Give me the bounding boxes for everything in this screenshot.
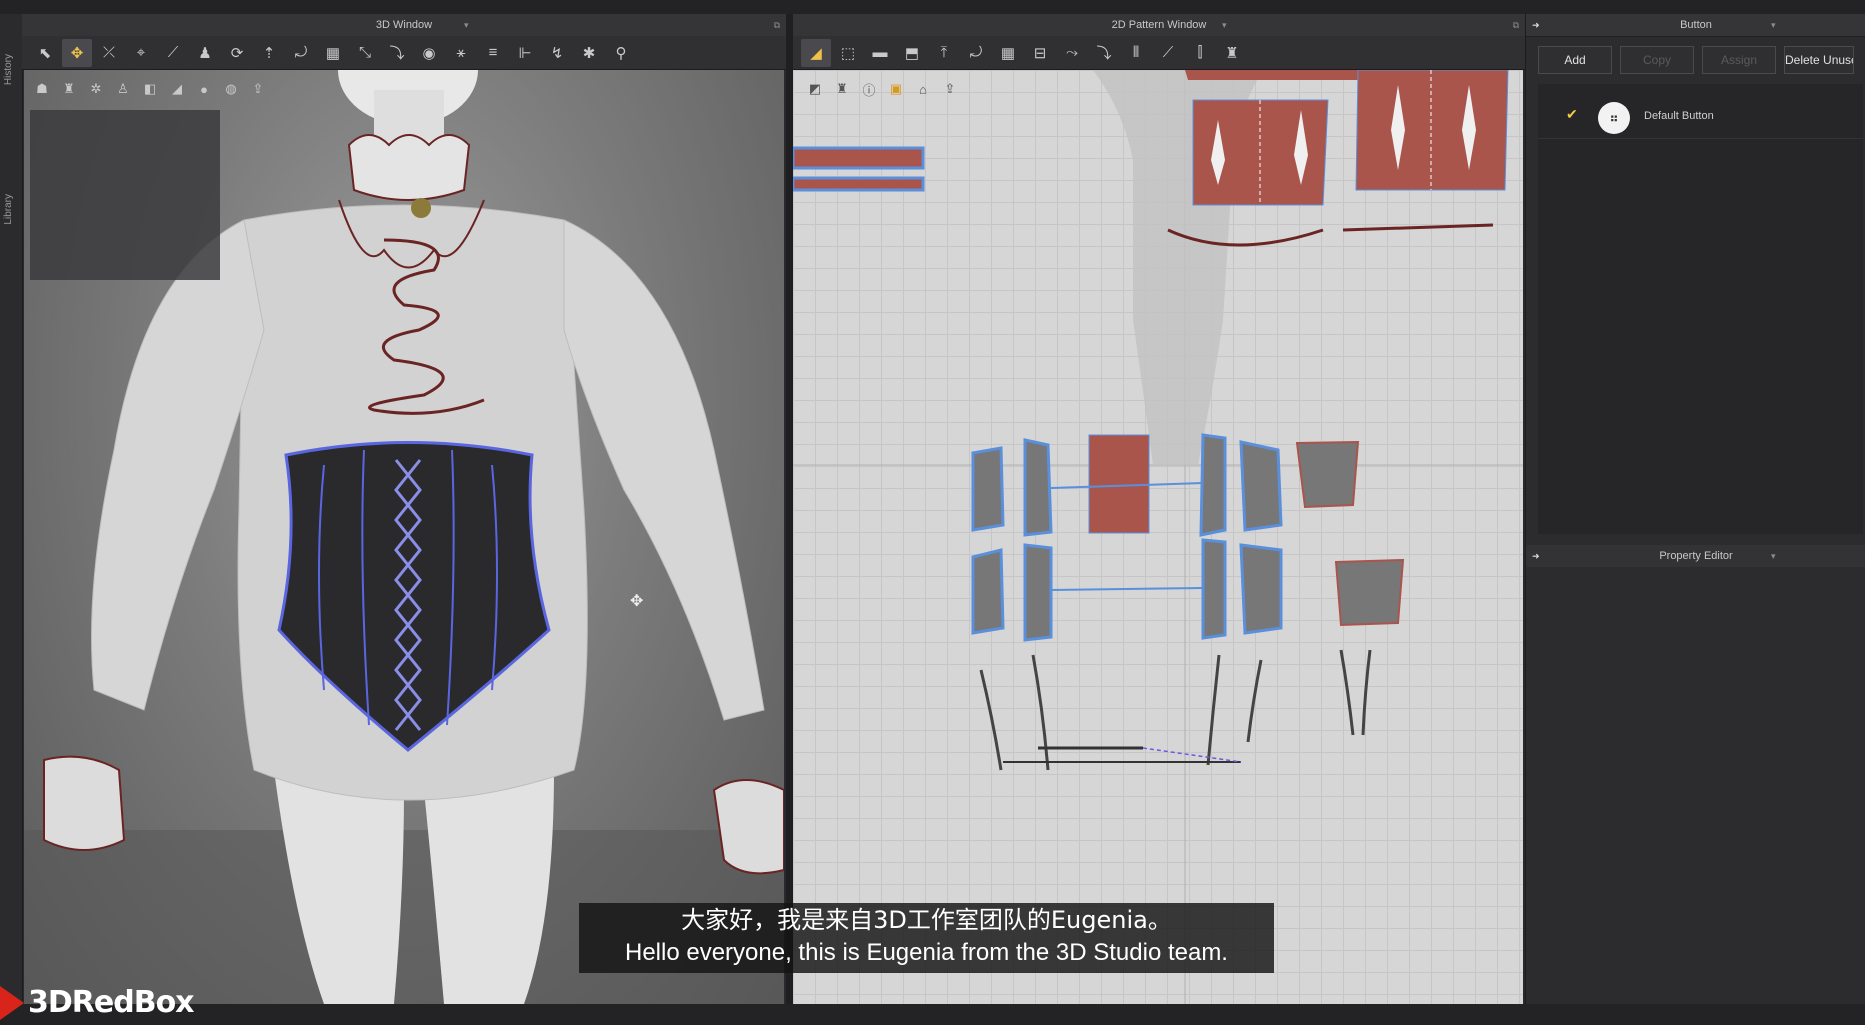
light-icon[interactable]: ◧ — [138, 78, 162, 100]
window3d-subtoolbar: ☗ ♜ ✲ ♙ ◧ ◢ ● ◍ ⇪ — [30, 78, 270, 100]
window2d-header: 2D Pattern Window ▾ ⧉ — [793, 14, 1525, 37]
property-editor-dropdown-icon[interactable]: ▾ — [1771, 545, 1776, 567]
rectangle-tool-icon[interactable]: ▬ — [865, 39, 895, 67]
trace-tool-icon[interactable]: ⤒ — [929, 39, 959, 67]
avatar-show-icon[interactable]: ☗ — [30, 78, 54, 100]
button-swatch-icon: ⠶ — [1598, 102, 1630, 134]
select-tool-icon[interactable]: ⬉ — [30, 39, 60, 67]
edit-pattern-tool-icon[interactable]: ⬚ — [833, 39, 863, 67]
measure-tool-icon-2d[interactable]: ⟋ — [1153, 39, 1183, 67]
pose-tool-icon[interactable]: ↯ — [542, 39, 572, 67]
library-tab[interactable]: Library — [3, 194, 14, 225]
tack-tool-icon[interactable]: ⤡ — [350, 39, 380, 67]
logo-play-icon — [0, 985, 24, 1020]
texture-icon[interactable]: ✲ — [84, 78, 108, 100]
seam-tool-icon[interactable]: ≡ — [478, 39, 508, 67]
window3d-dropdown-icon[interactable]: ▾ — [464, 14, 469, 36]
export-icon-2d[interactable]: ⇪ — [938, 78, 962, 100]
left-side-rail: History Library — [0, 14, 23, 1004]
button-list: ✔ ⠶ Default Button — [1538, 84, 1863, 534]
avatar-tool-icon[interactable]: ♟ — [190, 39, 220, 67]
export-icon[interactable]: ⇪ — [246, 78, 270, 100]
logo-text: 3DRedBox — [28, 985, 195, 1020]
move-tool-icon[interactable]: ✥ — [62, 38, 92, 67]
window3d-title: 3D Window — [375, 19, 433, 31]
subtitle-zh: 大家好，我是来自3D工作室团队的Eugenia。 — [681, 906, 1172, 934]
viewport-overlay-panel — [30, 110, 220, 280]
window3d-popout-icon[interactable]: ⧉ — [774, 14, 780, 36]
fold-tool-icon[interactable]: ⤾ — [286, 39, 316, 67]
sewing-tool-icon[interactable]: ⤵ — [382, 39, 412, 67]
move-cursor-icon: ✥ — [630, 593, 644, 610]
segment-sew-tool-icon[interactable]: ⤵ — [1089, 39, 1119, 67]
sew-tool-icon[interactable]: ⤳ — [1057, 39, 1087, 67]
arrange-tool-icon[interactable]: ⇡ — [254, 39, 284, 67]
delete-unused-button[interactable]: Delete Unuse — [1784, 46, 1854, 74]
window2d-popout-icon[interactable]: ⧉ — [1513, 14, 1519, 36]
check-icon: ✔ — [1566, 106, 1578, 122]
shadow-icon[interactable]: ◢ — [165, 78, 189, 100]
lock-icon[interactable]: ⌂ — [911, 78, 935, 100]
edit-point-tool-icon[interactable]: ⤫ — [94, 39, 124, 67]
status-bar — [0, 1004, 1865, 1025]
property-editor-title: Property Editor — [1659, 550, 1733, 562]
list-item-label: Default Button — [1644, 110, 1714, 122]
button-panel-header: ➜ Button ▾ — [1526, 14, 1865, 37]
avatar-show-icon-2d[interactable]: ♜ — [830, 78, 854, 100]
window3d-header: 3D Window ▾ ⧉ — [22, 14, 786, 37]
window-divider[interactable] — [786, 14, 793, 1004]
viewport-2d[interactable]: ◩ ♜ ⓘ ▣ ⌂ ⇪ — [793, 70, 1523, 1004]
video-subtitle: 大家好，我是来自3D工作室团队的Eugenia。 Hello everyone,… — [579, 903, 1274, 973]
window2d-title: 2D Pattern Window — [1111, 19, 1207, 31]
pin-tool-icon[interactable]: ⌖ — [126, 39, 156, 67]
button-panel-actions: Add Copy Assign Delete Unuse — [1538, 46, 1854, 74]
top-strip — [0, 0, 1865, 14]
polygon-tool-icon[interactable]: ⬒ — [897, 39, 927, 67]
measure-tool-icon[interactable]: ⟋ — [158, 39, 188, 67]
garment-show-icon[interactable]: ♜ — [57, 78, 81, 100]
button-panel: ➜ Button ▾ Add Copy Assign Delete Unuse … — [1525, 14, 1865, 1004]
list-item[interactable]: ✔ ⠶ Default Button — [1538, 98, 1863, 139]
pattern-2d-layout — [793, 70, 1523, 1004]
window2d-toolbar: ◢ ⬚ ▬ ⬒ ⤒ ⤾ ▦ ⊟ ⤳ ⤵ ⦀ ⟋ ⫿ ♜ — [793, 36, 1525, 70]
skin-icon[interactable]: ♙ — [111, 78, 135, 100]
button-panel-title: Button — [1680, 19, 1712, 31]
subtitle-en: Hello everyone, this is Eugenia from the… — [625, 939, 1228, 966]
add-button[interactable]: Add — [1538, 46, 1612, 74]
fold-tool-icon-2d[interactable]: ⊟ — [1025, 39, 1055, 67]
viewport-3d[interactable]: ☗ ♜ ✲ ♙ ◧ ◢ ● ◍ ⇪ ✥ — [24, 70, 784, 1004]
info-icon[interactable]: ⓘ — [857, 78, 881, 100]
brand-logo: 3DRedBox — [0, 980, 195, 1025]
grid-tool-icon-2d[interactable]: ▦ — [993, 39, 1023, 67]
avatar-color-icon[interactable]: ● — [192, 78, 216, 100]
panel-pin-icon[interactable]: ➜ — [1532, 14, 1540, 36]
property-editor-header: ➜ Property Editor ▾ — [1526, 545, 1865, 567]
garment-tool-icon[interactable]: ♜ — [1217, 39, 1247, 67]
notch-tool-icon[interactable]: ⫿ — [1185, 39, 1215, 67]
seam-tool-icon-2d[interactable]: ⤾ — [961, 39, 991, 67]
window2d-subtoolbar: ◩ ♜ ⓘ ▣ ⌂ ⇪ — [803, 78, 962, 100]
walk-tool-icon[interactable]: ⚲ — [606, 39, 636, 67]
grid-tool-icon[interactable]: ▦ — [318, 39, 348, 67]
texture-icon-2d[interactable]: ▣ — [884, 78, 908, 100]
free-sew-tool-icon[interactable]: ⦀ — [1121, 39, 1151, 67]
history-tab[interactable]: History — [3, 54, 14, 85]
transform-pattern-tool-icon[interactable]: ◢ — [801, 38, 831, 67]
brush-tool-icon[interactable]: ⊩ — [510, 39, 540, 67]
pattern-show-icon[interactable]: ◩ — [803, 78, 827, 100]
copy-button[interactable]: Copy — [1620, 46, 1694, 74]
window2d-dropdown-icon[interactable]: ▾ — [1222, 14, 1227, 36]
rotate-tool-icon[interactable]: ⟳ — [222, 39, 252, 67]
topstitch-tool-icon[interactable]: ⚹ — [446, 39, 476, 67]
window3d-toolbar: ⬉ ✥ ⤫ ⌖ ⟋ ♟ ⟳ ⇡ ⤾ ▦ ⤡ ⤵ ◉ ⚹ ≡ ⊩ ↯ ✱ ⚲ — [22, 36, 786, 70]
property-pin-icon[interactable]: ➜ — [1532, 545, 1540, 567]
fabric-icon[interactable]: ◍ — [219, 78, 243, 100]
button-panel-dropdown-icon[interactable]: ▾ — [1771, 14, 1776, 36]
assign-button[interactable]: Assign — [1702, 46, 1776, 74]
button-tool-icon[interactable]: ◉ — [414, 39, 444, 67]
figure-tool-icon[interactable]: ✱ — [574, 39, 604, 67]
